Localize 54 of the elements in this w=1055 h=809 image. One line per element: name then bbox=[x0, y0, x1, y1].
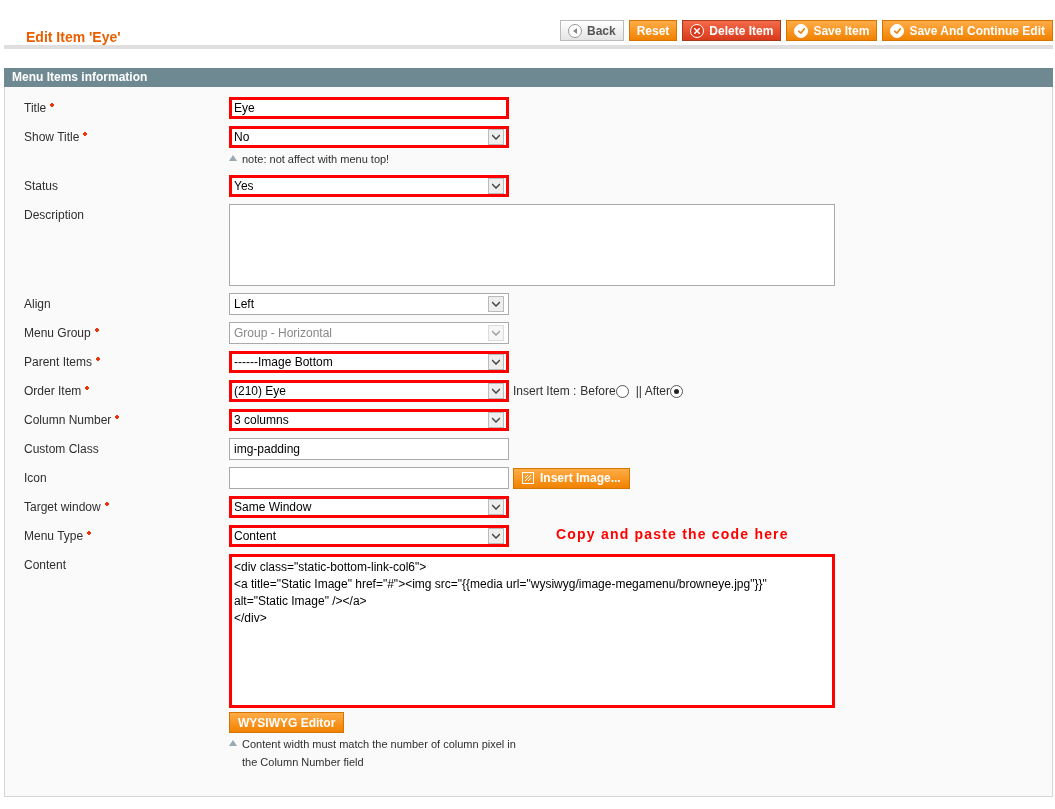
field-label: Content bbox=[23, 557, 68, 574]
chevron-icon bbox=[488, 178, 504, 194]
radio-button[interactable] bbox=[669, 384, 683, 398]
field-label: Menu Type bbox=[5, 525, 229, 547]
select-field[interactable]: 3 columns bbox=[229, 409, 509, 431]
field-label: Status bbox=[23, 178, 60, 195]
field-label: Order Item bbox=[5, 380, 229, 402]
field-label: Target window bbox=[5, 496, 229, 518]
close-icon bbox=[690, 23, 705, 38]
text-field[interactable]: Eye bbox=[229, 97, 509, 119]
page-title: Edit Item 'Eye' bbox=[26, 29, 121, 45]
check-icon bbox=[794, 23, 809, 38]
field-label: Description bbox=[23, 207, 86, 224]
check-icon bbox=[890, 23, 905, 38]
field-note: note: not affect with menu top! bbox=[242, 152, 390, 167]
field-label: Parent Items bbox=[5, 351, 229, 373]
select-field[interactable]: Content bbox=[229, 525, 509, 547]
select-field[interactable]: Same Window bbox=[229, 496, 509, 518]
chevron-icon bbox=[488, 296, 504, 312]
chevron-icon bbox=[488, 412, 504, 428]
field-label: Title bbox=[5, 97, 229, 119]
triangle-icon bbox=[229, 740, 237, 746]
section-header: Menu Items information bbox=[4, 68, 1053, 87]
select-field[interactable]: ------Image Bottom bbox=[229, 351, 509, 373]
code-field[interactable]: <div class="static-bottom-link-col6"> <a title="Static Image" href="#"><img src="{{media url="wysiwyg/image-megamenu/browneye.jpg"}}" alt="Static Image" /></a> </div> bbox=[229, 554, 835, 708]
option-label: Before bbox=[580, 384, 616, 398]
chevron-icon bbox=[488, 383, 504, 399]
field-label: Icon bbox=[23, 470, 48, 487]
annotation-text: Copy and paste the code here bbox=[556, 526, 789, 542]
delete-button[interactable]: Delete Item bbox=[682, 20, 782, 41]
chevron-icon bbox=[488, 528, 504, 544]
select-field[interactable]: (210) Eye bbox=[229, 380, 509, 402]
option-label: || After bbox=[635, 384, 670, 398]
chevron-icon bbox=[488, 499, 504, 515]
image-icon bbox=[522, 472, 534, 484]
field-label: Menu Group bbox=[5, 322, 229, 344]
field-label: Align bbox=[23, 296, 52, 313]
text-field[interactable] bbox=[229, 467, 509, 489]
radio-button[interactable] bbox=[615, 384, 629, 398]
back-button[interactable]: Back bbox=[560, 20, 624, 41]
textarea-field[interactable] bbox=[229, 204, 835, 286]
triangle-icon bbox=[229, 155, 237, 161]
select-field[interactable]: No bbox=[229, 126, 509, 148]
insert-label: Insert Item : bbox=[513, 384, 577, 398]
chevron-icon bbox=[488, 129, 504, 145]
field-note: Content width must match the number of column pixel in the Column Number field bbox=[242, 737, 517, 770]
chevron-icon bbox=[488, 325, 504, 341]
chevron-icon bbox=[488, 354, 504, 370]
field-label: Custom Class bbox=[23, 441, 100, 458]
select-field[interactable]: Yes bbox=[229, 175, 509, 197]
field-label: Column Number bbox=[5, 409, 229, 431]
text-field[interactable]: img-padding bbox=[229, 438, 509, 460]
select-field[interactable]: Left bbox=[229, 293, 509, 315]
field-label: Show Title bbox=[5, 126, 229, 148]
